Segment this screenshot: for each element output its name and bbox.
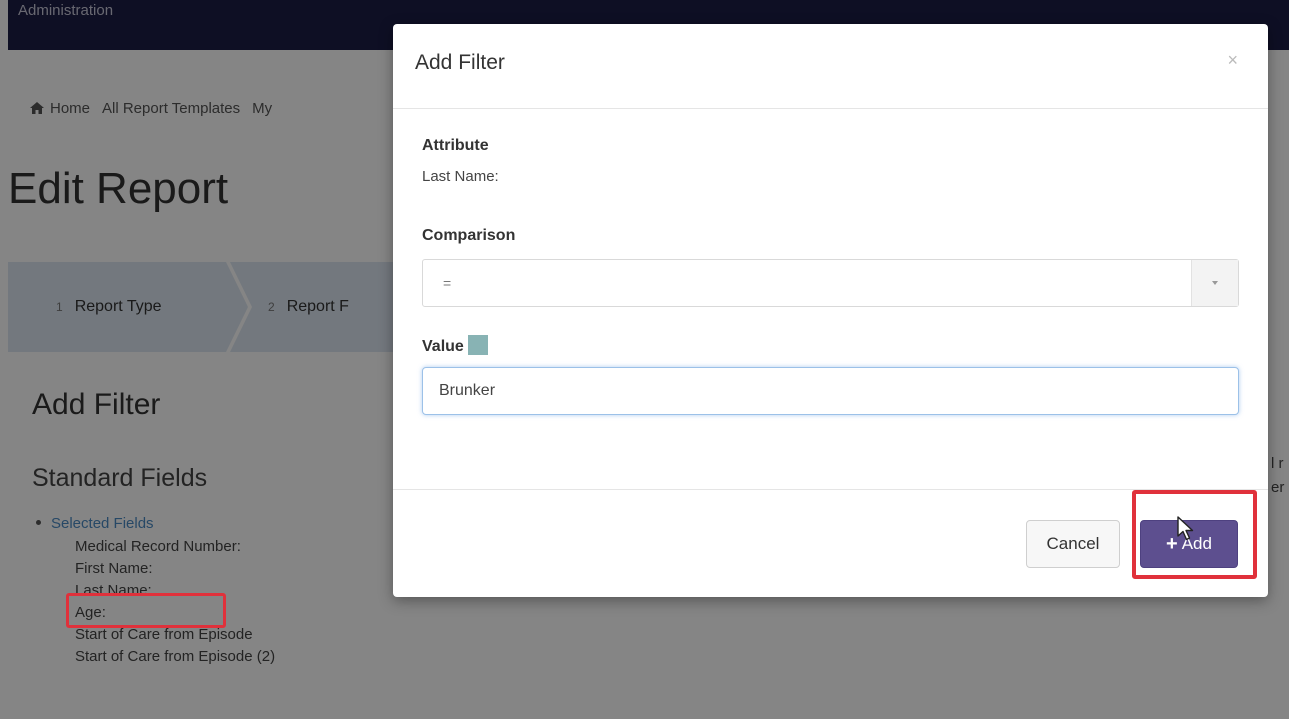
comparison-label: Comparison bbox=[422, 227, 516, 244]
mouse-cursor-icon bbox=[1177, 516, 1194, 541]
value-input[interactable] bbox=[422, 367, 1239, 415]
help-swatch-icon[interactable] bbox=[467, 335, 488, 355]
screen: Administration Home All Report Templates M… bbox=[0, 0, 1289, 719]
value-label: Value bbox=[422, 338, 464, 355]
attribute-label: Attribute bbox=[422, 137, 489, 154]
value-label-row: Value bbox=[422, 335, 488, 356]
dialog-header: Add Filter × bbox=[393, 24, 1268, 109]
attribute-value: Last Name: bbox=[422, 168, 499, 185]
dialog-title: Add Filter bbox=[415, 51, 505, 74]
comparison-selected-value: = bbox=[443, 275, 452, 291]
comparison-select[interactable]: = bbox=[422, 259, 1239, 307]
cancel-button[interactable]: Cancel bbox=[1026, 520, 1120, 568]
close-icon[interactable]: × bbox=[1227, 50, 1238, 71]
chevron-down-icon[interactable] bbox=[1191, 260, 1238, 306]
last-name-highlight-annotation bbox=[66, 593, 226, 628]
